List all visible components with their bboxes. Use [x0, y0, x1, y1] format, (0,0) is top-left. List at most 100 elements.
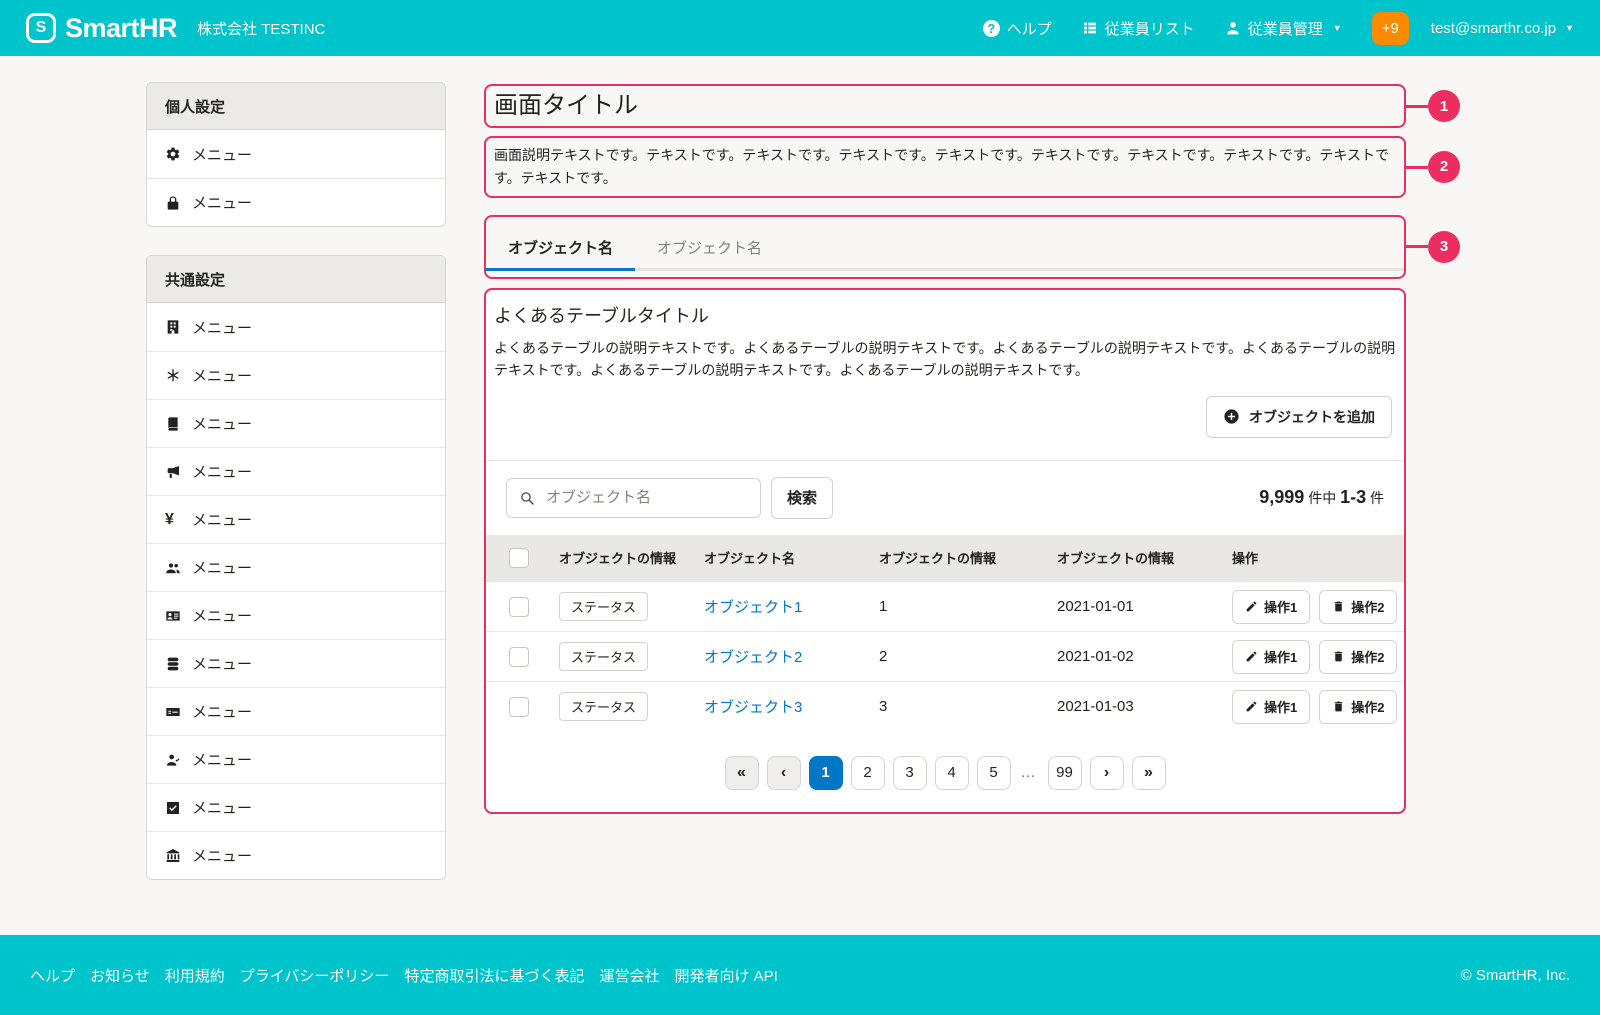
footer-link[interactable]: プライバシーポリシー [240, 965, 390, 986]
main-content: 1 画面タイトル 2 画面説明テキストです。テキストです。テキストです。テキスト… [484, 82, 1406, 880]
pagination-page-4[interactable]: 4 [935, 756, 969, 790]
pagination-page-1[interactable]: 1 [809, 756, 843, 790]
pagination-last-button[interactable]: » [1132, 756, 1166, 790]
sidebar-item-label: メニュー [192, 845, 252, 866]
nav-employee-admin-label: 従業員管理 [1248, 18, 1323, 39]
sidebar-item-menu[interactable]: メニュー [147, 178, 445, 226]
pagination-first-button[interactable]: « [725, 756, 759, 790]
sidebar-item-label: メニュー [192, 317, 252, 338]
account-email: test@smarthr.co.jp [1431, 20, 1556, 37]
sidebar-item-menu[interactable]: メニュー [147, 783, 445, 831]
database-icon [165, 656, 181, 672]
table-row: ステータスオブジェクト222021-01-02操作1操作2 [486, 632, 1404, 682]
action-2-button[interactable]: 操作2 [1319, 640, 1397, 674]
sidebar-item-label: メニュー [192, 605, 252, 626]
sidebar-item-menu[interactable]: メニュー [147, 303, 445, 351]
sidebar-item-label: メニュー [192, 557, 252, 578]
gear-icon [165, 146, 181, 162]
chevron-down-icon: ▼ [1333, 23, 1342, 33]
footer-link[interactable]: お知らせ [90, 965, 150, 986]
sidebar-item-menu[interactable]: メニュー [147, 399, 445, 447]
pagination-page-5[interactable]: 5 [977, 756, 1011, 790]
tab-object-1[interactable]: オブジェクト名 [486, 229, 635, 268]
footer-link[interactable]: 特定商取引法に基づく表記 [404, 965, 584, 986]
pagination-page-3[interactable]: 3 [893, 756, 927, 790]
notification-badge[interactable]: +9 [1372, 12, 1409, 45]
page-description-region: 2 画面説明テキストです。テキストです。テキストです。テキストです。テキストです… [484, 136, 1406, 197]
search-button[interactable]: 検索 [771, 477, 833, 519]
footer-link[interactable]: ヘルプ [30, 965, 75, 986]
footer-link[interactable]: 開発者向け API [674, 965, 777, 986]
row-checkbox[interactable] [509, 597, 529, 617]
sidebar-item-menu[interactable]: メニュー [147, 831, 445, 879]
pagination-prev-button[interactable]: ‹ [767, 756, 801, 790]
sidebar-item-menu[interactable]: メニュー [147, 543, 445, 591]
column-header: オブジェクトの情報 [1057, 535, 1232, 582]
sidebar-item-menu[interactable]: メニュー [147, 735, 445, 783]
column-header: 操作 [1232, 535, 1404, 582]
action-2-button[interactable]: 操作2 [1319, 590, 1397, 624]
action-1-button[interactable]: 操作1 [1232, 690, 1310, 724]
annotation-badge-2: 2 [1428, 151, 1460, 183]
sidebar-section-title: 共通設定 [147, 256, 445, 303]
sidebar-item-menu[interactable]: メニュー [147, 351, 445, 399]
money-check-icon [165, 704, 181, 720]
column-header: オブジェクトの情報 [879, 535, 1057, 582]
users-icon [165, 560, 181, 576]
column-header: オブジェクトの情報 [559, 535, 704, 582]
tab-object-2[interactable]: オブジェクト名 [635, 229, 784, 268]
object-name-link[interactable]: オブジェクト1 [704, 599, 802, 616]
nav-employee-admin[interactable]: 従業員管理 ▼ [1225, 18, 1342, 39]
nav-help[interactable]: ?ヘルプ [983, 18, 1052, 39]
sidebar-section-title: 個人設定 [147, 83, 445, 130]
bank-icon [165, 848, 181, 864]
pagination-page-99[interactable]: 99 [1048, 756, 1082, 790]
table-row: ステータスオブジェクト112021-01-01操作1操作2 [486, 582, 1404, 632]
add-object-button[interactable]: オブジェクトを追加 [1206, 396, 1392, 438]
row-checkbox[interactable] [509, 697, 529, 717]
row-checkbox[interactable] [509, 647, 529, 667]
search-input[interactable] [544, 488, 748, 507]
table-row: ステータスオブジェクト332021-01-03操作1操作2 [486, 682, 1404, 732]
asterisk-icon [165, 368, 181, 384]
object-info-cell: 3 [879, 682, 1057, 732]
select-all-checkbox[interactable] [509, 548, 529, 568]
sidebar-item-menu[interactable]: メニュー [147, 130, 445, 178]
action-1-button[interactable]: 操作1 [1232, 640, 1310, 674]
page-description: 画面説明テキストです。テキストです。テキストです。テキストです。テキストです。テ… [494, 147, 1389, 186]
sidebar-item-label: メニュー [192, 192, 252, 213]
nav-employee-list[interactable]: 従業員リスト [1082, 18, 1195, 39]
sidebar-item-menu[interactable]: ¥メニュー [147, 495, 445, 543]
smarthr-logo[interactable]: S SmartHR [26, 13, 177, 44]
object-name-link[interactable]: オブジェクト2 [704, 649, 802, 666]
sidebar-item-menu[interactable]: メニュー [147, 687, 445, 735]
brand-name: SmartHR [65, 13, 177, 44]
pagination-next-button[interactable]: › [1090, 756, 1124, 790]
plus-circle-icon [1223, 408, 1240, 425]
account-menu[interactable]: test@smarthr.co.jp ▼ [1431, 20, 1574, 37]
action-1-button[interactable]: 操作1 [1232, 590, 1310, 624]
user-icon [1225, 20, 1241, 36]
object-name-link[interactable]: オブジェクト3 [704, 699, 802, 716]
page-layout: 個人設定メニューメニュー共通設定メニューメニューメニューメニュー¥メニューメニュ… [0, 56, 1600, 880]
book-icon [165, 416, 181, 432]
sidebar: 個人設定メニューメニュー共通設定メニューメニューメニューメニュー¥メニューメニュ… [146, 82, 446, 880]
sidebar-item-menu[interactable]: メニュー [147, 639, 445, 687]
object-info-cell: 1 [879, 582, 1057, 632]
app-header: S SmartHR 株式会社 TESTINC ?ヘルプ従業員リスト従業員管理▼ … [0, 0, 1600, 56]
footer-link[interactable]: 運営会社 [599, 965, 659, 986]
column-header: オブジェクト名 [704, 535, 879, 582]
action-2-button[interactable]: 操作2 [1319, 690, 1397, 724]
sidebar-item-menu[interactable]: メニュー [147, 447, 445, 495]
search-field[interactable] [506, 478, 761, 518]
sidebar-item-label: メニュー [192, 701, 252, 722]
footer-link[interactable]: 利用規約 [165, 965, 225, 986]
status-badge: ステータス [559, 642, 648, 671]
pagination-page-2[interactable]: 2 [851, 756, 885, 790]
list-icon [1082, 20, 1098, 36]
object-date-cell: 2021-01-02 [1057, 632, 1232, 682]
sidebar-item-menu[interactable]: メニュー [147, 591, 445, 639]
sidebar-section-0: 個人設定メニューメニュー [146, 82, 446, 227]
action-1-label: 操作1 [1264, 597, 1297, 616]
sidebar-section-1: 共通設定メニューメニューメニューメニュー¥メニューメニューメニューメニューメニュ… [146, 255, 446, 880]
